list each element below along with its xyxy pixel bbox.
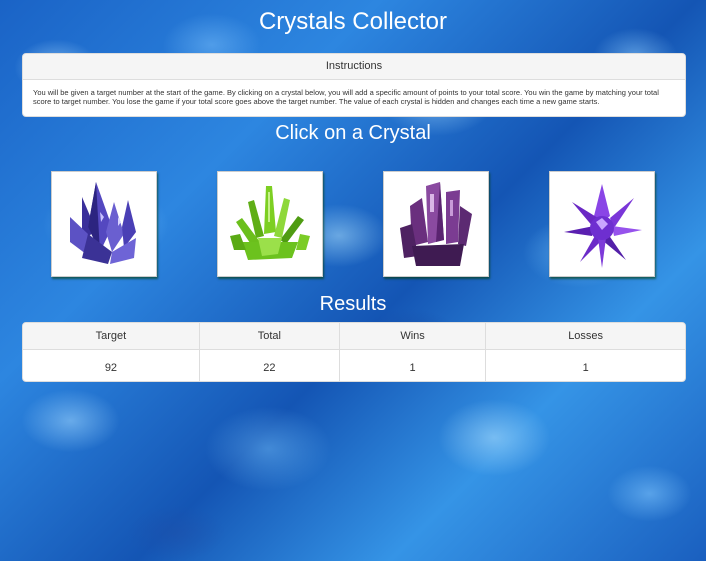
total-header: Total xyxy=(199,323,340,350)
blue-crystal-icon xyxy=(70,182,136,264)
wins-value: 1 xyxy=(339,349,487,381)
crystal-blue-button[interactable] xyxy=(51,171,157,277)
target-value: 92 xyxy=(23,349,200,381)
wins-header: Wins xyxy=(339,323,487,350)
results-value-row: 92 22 1 1 xyxy=(23,349,685,381)
purple-crystal-icon xyxy=(400,182,472,266)
total-value: 22 xyxy=(199,349,340,381)
green-crystal-icon xyxy=(230,186,310,260)
results-table: Target Total Wins Losses 92 22 1 1 xyxy=(23,323,685,381)
instructions-text: You will be given a target number at the… xyxy=(33,88,659,106)
results-header-row: Target Total Wins Losses xyxy=(23,323,685,350)
page-title: Crystals Collector xyxy=(258,8,448,35)
crystal-purple-button[interactable] xyxy=(383,171,489,277)
losses-value: 1 xyxy=(582,361,589,374)
crystals-heading: Click on a Crystal xyxy=(275,122,431,144)
target-header: Target xyxy=(23,323,200,350)
crystal-green-button[interactable] xyxy=(217,171,323,277)
results-heading: Results xyxy=(319,293,387,315)
crystal-violet-button[interactable] xyxy=(549,171,655,277)
violet-crystal-icon xyxy=(564,184,642,268)
instructions-heading: Instructions xyxy=(23,54,685,80)
losses-header: Losses xyxy=(485,323,685,350)
instructions-panel: Instructions You will be given a target … xyxy=(22,53,686,117)
results-panel: Target Total Wins Losses 92 22 1 1 xyxy=(22,322,686,382)
